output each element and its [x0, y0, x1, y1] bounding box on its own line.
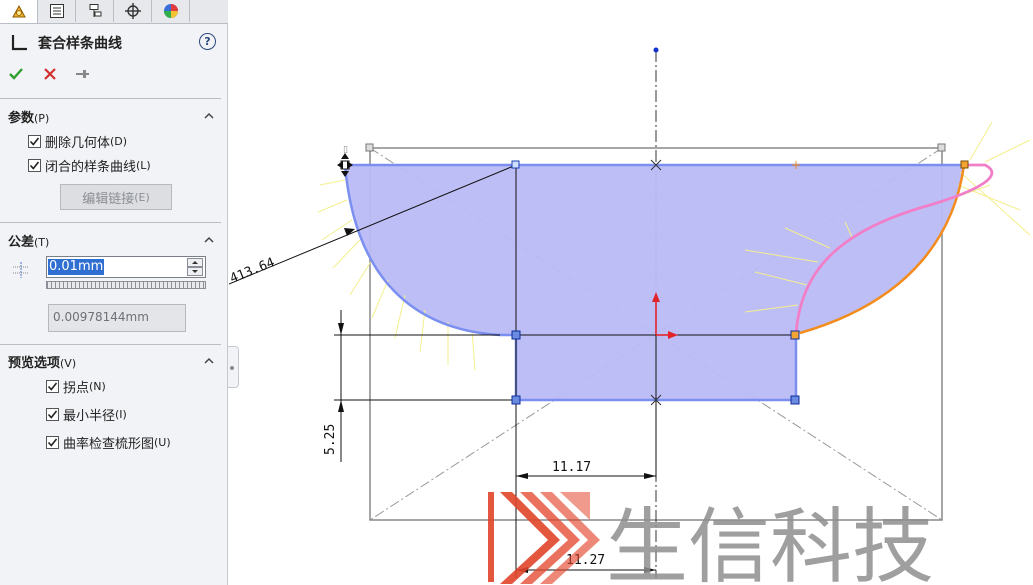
checkbox-box[interactable]	[46, 379, 59, 393]
sketch-canvas[interactable]: 11.17 11.27 5.25 413.64 ▯ 生信科技	[229, 0, 1033, 585]
panel-title-row: 套合样条曲线 ?	[8, 32, 220, 54]
dimension-horizontal-1[interactable]: 11.17	[552, 460, 591, 475]
divider	[0, 222, 221, 223]
divider	[0, 98, 221, 99]
tab-property-manager[interactable]	[38, 0, 76, 22]
tab-configuration-manager[interactable]	[76, 0, 114, 22]
panel-title: 套合样条曲线	[38, 36, 122, 52]
checkbox-box[interactable]	[46, 435, 59, 449]
pin-icon[interactable]	[74, 66, 90, 82]
property-manager-panel: 套合样条曲线 ? 参数(P) 删除几何体 (D) 闭合的样条曲线 (L) 编辑链…	[0, 0, 228, 585]
divider	[0, 344, 221, 345]
crosshair-icon	[124, 3, 141, 19]
checkbox-delete-geometry[interactable]: 删除几何体 (D)	[28, 132, 127, 151]
help-button[interactable]: ?	[199, 33, 216, 50]
tolerance-value[interactable]: 0.01mm	[48, 259, 105, 275]
tolerance-readout: 0.00978144mm	[48, 304, 186, 332]
tab-feature-manager[interactable]	[0, 0, 38, 23]
checkbox-label: 最小半径	[63, 408, 116, 424]
checkbox-label: 曲率检查梳形图	[63, 436, 155, 452]
configuration-manager-icon	[89, 4, 101, 17]
tab-dimxpert-manager[interactable]	[114, 0, 152, 22]
checkbox-label: 删除几何体	[45, 135, 111, 151]
tolerance-icon	[13, 262, 29, 278]
checkmark-icon	[29, 137, 40, 146]
collapse-chevron-icon[interactable]	[203, 355, 215, 367]
dimension-radius[interactable]: 413.64	[229, 255, 277, 287]
cancel-x-icon[interactable]	[42, 66, 58, 82]
section-header-params[interactable]: 参数(P)	[8, 107, 49, 126]
checkbox-label: 闭合的样条曲线	[45, 159, 137, 175]
spin-buttons-icon[interactable]	[187, 258, 203, 276]
dimension-vertical[interactable]: 5.25	[323, 424, 338, 455]
section-header-tolerance[interactable]: 公差(T)	[8, 231, 49, 250]
checkbox-curvature-comb[interactable]: 曲率检查梳形图 (U)	[46, 433, 171, 452]
checkbox-box[interactable]	[28, 158, 41, 172]
edit-links-button[interactable]: 编辑链接 (E)	[60, 184, 172, 210]
centerline-endpoint[interactable]	[653, 47, 659, 53]
tab-display-manager[interactable]	[152, 0, 190, 22]
property-manager-icon	[49, 4, 64, 18]
checkmark-icon	[47, 382, 58, 391]
tolerance-thumbwheel[interactable]	[46, 281, 206, 289]
feature-manager-icon	[11, 4, 26, 17]
collapse-chevron-icon[interactable]	[203, 110, 215, 122]
checkbox-closed-spline[interactable]: 闭合的样条曲线 (L)	[28, 156, 151, 175]
ok-check-icon[interactable]	[8, 66, 24, 82]
section-header-preview[interactable]: 预览选项(V)	[8, 352, 76, 371]
watermark-text: 生信科技	[606, 500, 934, 585]
tolerance-input[interactable]: 0.01mm	[46, 256, 206, 278]
relation-glyph: ▯	[343, 145, 348, 155]
checkmark-icon	[29, 161, 40, 170]
checkbox-label: 拐点	[63, 380, 90, 396]
collapse-chevron-icon[interactable]	[203, 234, 215, 246]
checkbox-box[interactable]	[28, 134, 41, 148]
checkbox-inflection-points[interactable]: 拐点 (N)	[46, 377, 106, 396]
checkmark-icon	[47, 438, 58, 447]
fit-spline-icon	[11, 35, 27, 51]
checkbox-minimum-radius[interactable]: 最小半径 (I)	[46, 405, 127, 424]
color-wheel-icon	[163, 4, 178, 18]
checkbox-box[interactable]	[46, 407, 59, 421]
manager-tabbar	[0, 0, 228, 24]
checkmark-icon	[47, 410, 58, 419]
profile-fill[interactable]	[345, 165, 964, 400]
